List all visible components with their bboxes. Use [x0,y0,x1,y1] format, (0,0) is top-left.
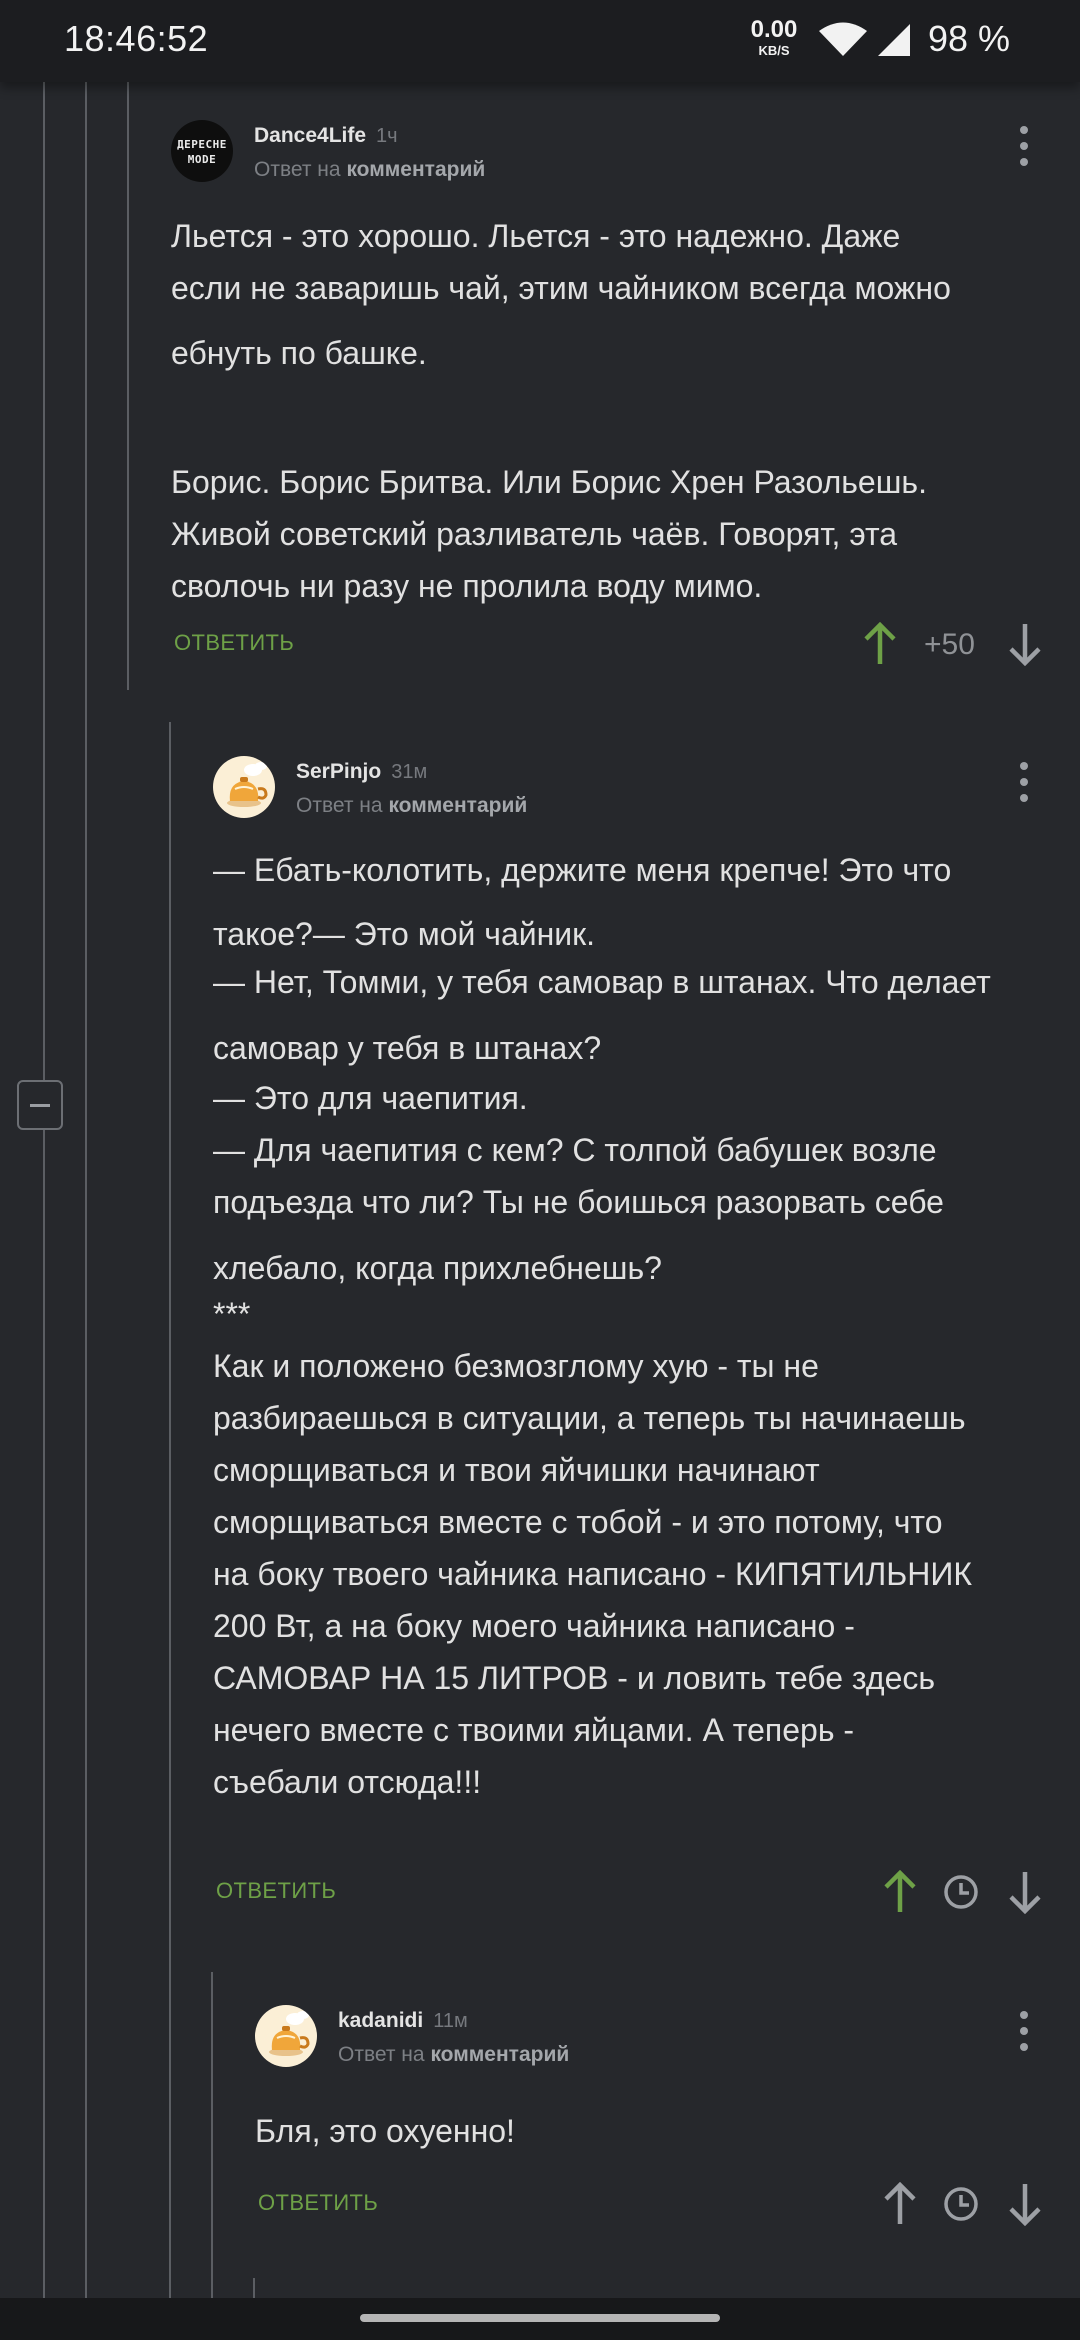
comment-text-line: такое?— Это мой чайник. [213,916,596,952]
status-bar: 18:46:52 0.00 KB/S 98 % [0,0,1080,82]
comment-text-line: на боку твоего чайника написано - КИПЯТИ… [213,1556,972,1592]
comment-text-line: сволочь ни разу не пролила воду мимо. [171,568,763,604]
reply-button[interactable]: ОТВЕТИТЬ [258,2190,378,2216]
avatar[interactable] [213,756,275,818]
avatar-logo-text: MODE [187,153,217,166]
reply-to-link[interactable]: комментарий [430,2043,569,2066]
upvote-arrow-icon[interactable] [863,622,897,666]
more-options-icon[interactable] [1019,126,1029,168]
comment-text-line: хлебало, когда прихлебнешь? [213,1250,662,1286]
comment-text-line: 200 Вт, а на боку моего чайника написано… [213,1608,855,1644]
thread-line[interactable] [85,82,87,2298]
cellular-signal-icon [878,24,910,56]
comment-text-line: съебали отсюда!!! [213,1764,482,1800]
comment-text-line: *** [213,1296,251,1332]
comment-score: +50 [924,628,975,661]
status-time: 18:46:52 [64,18,209,59]
comment-text-line: подъезда что ли? Ты не боишься разорвать… [213,1184,944,1220]
author-line: Dance4Life 1ч [254,124,398,148]
comment-time: 31м [391,761,428,783]
comment-text-line: ебнуть по башке. [171,335,427,371]
comment-time: 1ч [376,125,398,147]
reply-to-line: Ответ на комментарий [254,158,485,182]
comment-text-line: САМОВАР НА 15 ЛИТРОВ - и ловить тебе зде… [213,1660,936,1696]
author-line: SerPinjo 31м [296,760,427,784]
thread-line[interactable] [211,1972,213,2298]
comment-body: — Ебать-колотить, держите меня крепче! Э… [213,852,991,1816]
network-speed-unit: KB/S [758,43,790,58]
comment-text-line: Живой советский разливатель чаёв. Говоря… [171,516,898,552]
kettle-avatar-icon [227,762,268,807]
upvote-arrow-icon[interactable] [883,1870,917,1914]
downvote-arrow-icon[interactable] [1008,1870,1042,1914]
avatar[interactable]: ДEPECHE MODE [171,120,233,182]
comment-text-line: нечего вместе с твоими яйцами. А теперь … [213,1712,855,1748]
reply-button[interactable]: ОТВЕТИТЬ [216,1878,336,1904]
comment-text-line [171,384,951,436]
thread-line[interactable] [127,82,129,690]
comment-text-line: если не заваришь чай, этим чайником всег… [171,270,951,306]
comment-text-line: — Ебать-колотить, держите меня крепче! Э… [213,852,952,888]
clock-icon [944,1875,978,1909]
comment-body: Льется - это хорошо. Льется - это надежн… [171,218,951,620]
reply-button[interactable]: ОТВЕТИТЬ [174,630,294,656]
navigation-bar [0,2298,1080,2340]
thread-line[interactable] [43,82,45,2298]
comment-body: Бля, это охуенно! [255,2113,515,2165]
more-options-icon[interactable] [1019,2011,1029,2053]
upvote-arrow-icon[interactable] [883,2182,917,2226]
reply-to-prefix: Ответ на [254,158,341,181]
author-name[interactable]: SerPinjo [296,760,381,783]
downvote-arrow-icon[interactable] [1008,2182,1042,2226]
wifi-icon [819,22,867,56]
comment-text-line: Бля, это охуенно! [255,2113,515,2149]
thread-line[interactable] [253,2278,255,2298]
reply-to-line: Ответ на комментарий [296,794,527,818]
author-name[interactable]: Dance4Life [254,124,366,147]
thread-line[interactable] [169,722,171,2298]
clock-icon [944,2187,978,2221]
comment-text-line: Льется - это хорошо. Льется - это надежн… [171,218,901,254]
comment-text-line: самовар у тебя в штанах? [213,1030,602,1066]
comment-text-line: разбираешься в ситуации, а теперь ты нач… [213,1400,966,1436]
network-speed-value: 0.00 [750,16,798,43]
comment-time: 11м [433,2010,468,2032]
comment-text-line: — Это для чаепития. [213,1080,528,1116]
battery-level: 98 % [928,18,1011,59]
reply-to-line: Ответ на комментарий [338,2043,569,2067]
reply-to-link[interactable]: комментарий [388,794,527,817]
reply-to-prefix: Ответ на [296,794,383,817]
comment-text-line: Как и положено безмозглому хую - ты не [213,1348,819,1384]
comment-text-line: сморщиваться и твои яйчишки начинают [213,1452,820,1488]
reply-to-link[interactable]: комментарий [346,158,485,181]
downvote-arrow-icon[interactable] [1008,622,1042,666]
network-speed: 0.00 KB/S [748,16,800,58]
comment-text-line: Борис. Борис Бритва. Или Борис Хрен Разо… [171,464,927,500]
author-name[interactable]: kadanidi [338,2009,423,2032]
avatar[interactable] [255,2005,317,2067]
home-indicator[interactable] [360,2314,720,2322]
comment-text-line: — Для чаепития с кем? С толпой бабушек в… [213,1132,937,1168]
more-options-icon[interactable] [1019,762,1029,804]
collapse-thread-button[interactable] [17,1080,63,1130]
comment-text-line: сморщиваться вместе с тобой - и это пото… [213,1504,943,1540]
author-line: kadanidi 11м [338,2009,468,2033]
comment-text-line: — Нет, Томми, у тебя самовар в штанах. Ч… [213,964,991,1000]
avatar-logo-text: ДEPECHE [177,138,227,151]
kettle-avatar-icon [269,2011,310,2056]
reply-to-prefix: Ответ на [338,2043,425,2066]
